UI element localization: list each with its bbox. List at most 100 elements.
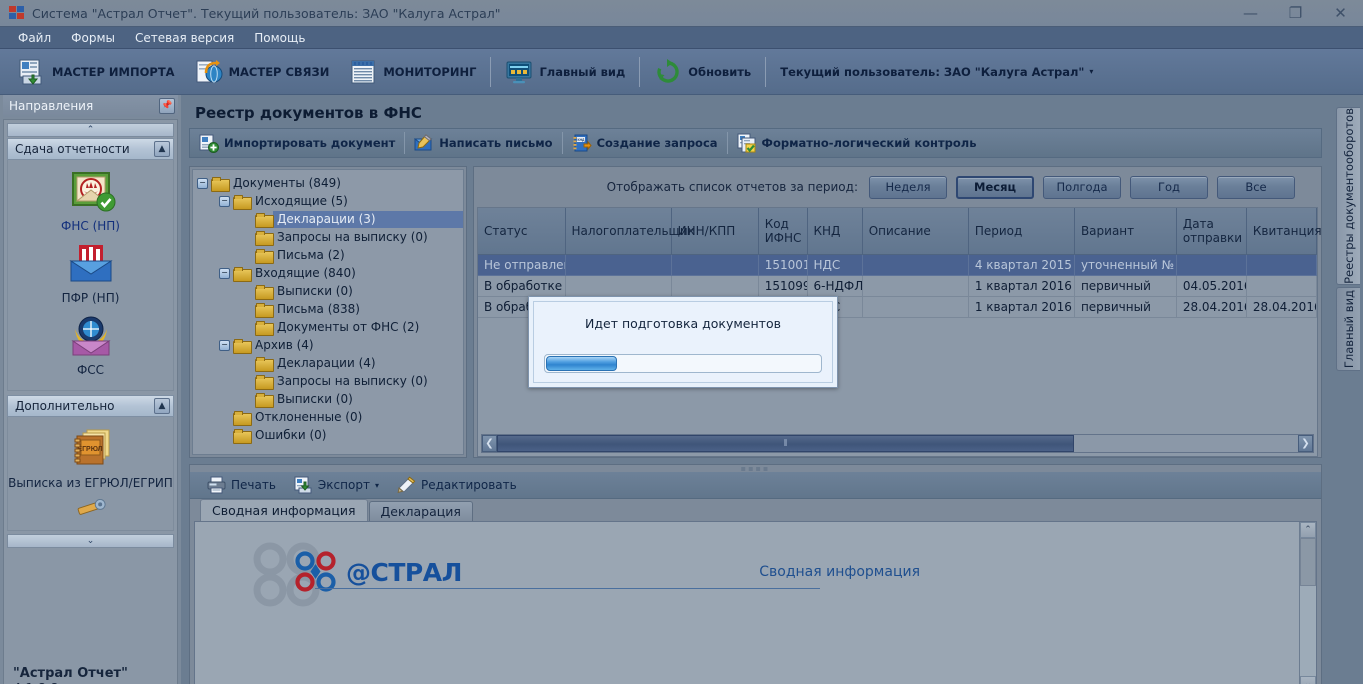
tree-collapse-icon[interactable]: − (219, 267, 230, 279)
doc-scroll-up[interactable]: ⌃ (1300, 522, 1316, 538)
sidebar-item-egrul[interactable]: ЕГРЮЛ Выписка из ЕГРЮЛ/ЕГРИП (8, 423, 173, 495)
pin-icon[interactable]: 📌 (159, 98, 175, 114)
tree-node-label: Выписки (0) (277, 283, 353, 298)
period-button-halfyear[interactable]: Полгода (1043, 175, 1121, 199)
table-row[interactable]: Не отправлен 151001НДС 4 квартал 2015 г.ут… (478, 254, 1318, 276)
tree-node[interactable]: Запросы на выписку (0) (197, 372, 463, 390)
tree-node[interactable]: Письма (2) (197, 246, 463, 264)
tree-node-label: Декларации (4) (277, 355, 376, 370)
table-column-header[interactable]: ИНН/КПП (671, 208, 759, 255)
link-wizard-button[interactable]: МАСТЕР СВЯЗИ (185, 52, 340, 92)
period-button-year[interactable]: Год (1130, 175, 1208, 199)
period-button-all[interactable]: Все (1217, 175, 1295, 199)
chevron-up-icon[interactable]: ▲ (154, 141, 170, 157)
table-column-header[interactable]: Дата отправки (1176, 208, 1247, 255)
sidebar-item-tools[interactable] (8, 495, 173, 520)
title-bar: Система "Астрал Отчет". Текущий пользова… (0, 0, 1363, 27)
period-button-month[interactable]: Месяц (956, 175, 1034, 199)
table-column-header[interactable]: Вариант (1074, 208, 1177, 255)
sidebar-item-fns[interactable]: ФНС (НП) (8, 166, 173, 238)
import-wizard-icon (18, 58, 46, 86)
table-horizontal-scrollbar[interactable]: ❮ ⦀ ❯ (481, 434, 1314, 453)
refresh-button[interactable]: Обновить (644, 52, 761, 92)
tree-node[interactable]: Декларации (4) (197, 354, 463, 372)
menu-item-help[interactable]: Помощь (244, 28, 315, 48)
create-request-icon: КНД (572, 133, 592, 153)
table-column-header[interactable]: Статус (478, 208, 566, 255)
minimize-button[interactable]: — (1228, 0, 1273, 27)
sidebar-group-header-reporting[interactable]: Сдача отчетности ▲ (7, 138, 174, 160)
import-document-button[interactable]: Импортировать документ (190, 129, 404, 157)
menu-item-file[interactable]: Файл (8, 28, 61, 48)
doc-scroll-track[interactable] (1300, 538, 1316, 676)
table-column-header[interactable]: Описание (862, 208, 969, 255)
splitter-grip[interactable]: ▪▪▪▪ (190, 464, 1321, 473)
menu-item-network[interactable]: Сетевая версия (125, 28, 244, 48)
vertical-tab-registries[interactable]: Реестры документооборотов (1336, 107, 1360, 285)
tree-node[interactable]: Декларации (3) (197, 210, 463, 228)
period-filter: Отображать список отчетов за период: Нед… (474, 167, 1321, 207)
tree-node[interactable]: Письма (838) (197, 300, 463, 318)
scroll-track[interactable]: ⦀ (497, 435, 1298, 452)
monitoring-button[interactable]: МОНИТОРИНГ (339, 52, 486, 92)
table-column-header[interactable]: КНД (807, 208, 863, 255)
vertical-tab-main-view[interactable]: Главный вид (1336, 287, 1360, 371)
table-column-header[interactable]: Налогоплательщик (565, 208, 695, 255)
monitoring-label: МОНИТОРИНГ (383, 64, 477, 79)
tab-summary[interactable]: Сводная информация (200, 499, 368, 521)
sidebar-scroll-down[interactable]: ⌄ (7, 534, 174, 548)
format-check-button[interactable]: Форматно-логический контроль (728, 129, 986, 157)
table-column-header[interactable]: Квитанция (1246, 208, 1322, 255)
print-button[interactable]: Печать (198, 473, 285, 498)
scroll-left-arrow[interactable]: ❮ (482, 435, 497, 452)
write-letter-button[interactable]: Написать письмо (405, 129, 561, 157)
tree-collapse-icon[interactable]: − (197, 177, 208, 189)
import-wizard-button[interactable]: МАСТЕР ИМПОРТА (8, 52, 185, 92)
sidebar-item-fss[interactable]: ФСС (8, 310, 173, 382)
table-column-header[interactable]: Период (968, 208, 1075, 255)
close-button[interactable]: ✕ (1318, 0, 1363, 27)
sidebar-scroll-up[interactable]: ⌃ (7, 123, 174, 137)
table-row[interactable]: В обработке 1510996-НДФЛ 1 квартал 2016 г.… (478, 275, 1318, 297)
current-user-button[interactable]: Текущий пользователь: ЗАО "Калуга Астрал… (770, 52, 1103, 92)
maximize-button[interactable]: ❐ (1273, 0, 1318, 27)
tree-node[interactable]: − Исходящие (5) (197, 192, 463, 210)
tree-spacer-icon (241, 304, 252, 315)
tree-node[interactable]: Отклоненные (0) (197, 408, 463, 426)
tree-node[interactable]: Запросы на выписку (0) (197, 228, 463, 246)
chevron-up-icon-2[interactable]: ▲ (154, 398, 170, 414)
tree-node[interactable]: Выписки (0) (197, 282, 463, 300)
create-request-button[interactable]: КНД Создание запроса (563, 129, 727, 157)
table-column-header[interactable]: Код ИФНС (758, 208, 808, 255)
tree-node[interactable]: − Архив (4) (197, 336, 463, 354)
tree-spacer-icon (241, 232, 252, 243)
tab-declaration[interactable]: Декларация (368, 501, 473, 521)
document-vertical-scrollbar[interactable]: ⌃ ⌄ (1299, 522, 1316, 684)
doc-scroll-down[interactable]: ⌄ (1300, 676, 1316, 684)
sidebar-item-pfr[interactable]: ПФР (НП) (8, 238, 173, 310)
edit-button[interactable]: Редактировать (388, 473, 526, 498)
tree-node-label: Декларации (3) (273, 210, 463, 228)
main-view-button[interactable]: Главный вид (495, 52, 635, 92)
sidebar-group-header-additional[interactable]: Дополнительно ▲ (7, 395, 174, 417)
tree-collapse-icon[interactable]: − (219, 339, 230, 351)
write-letter-label: Написать письмо (439, 136, 553, 150)
scroll-right-arrow[interactable]: ❯ (1298, 435, 1313, 452)
folder-tree[interactable]: − Документы (849) − Исходящие (5) Декларации… (192, 169, 464, 455)
tree-node[interactable]: Выписки (0) (197, 390, 463, 408)
window-controls: — ❐ ✕ (1228, 0, 1363, 27)
table-cell: первичный (1074, 275, 1177, 297)
table-cell (671, 275, 759, 297)
period-button-week[interactable]: Неделя (869, 175, 947, 199)
tree-collapse-icon[interactable]: − (219, 195, 230, 207)
document-viewer[interactable]: @СТРАЛ Сводная информация ⌃ ⌄ (194, 521, 1317, 684)
export-button[interactable]: Экспорт ▾ (285, 473, 388, 498)
tree-node[interactable]: Документы от ФНС (2) (197, 318, 463, 336)
tree-node[interactable]: Ошибки (0) (197, 426, 463, 444)
tree-node[interactable]: − Входящие (840) (197, 264, 463, 282)
menu-item-forms[interactable]: Формы (61, 28, 125, 48)
progress-dialog[interactable]: Идет подготовка документов (528, 296, 838, 388)
doc-scroll-thumb[interactable] (1300, 538, 1316, 586)
tree-node[interactable]: − Документы (849) (197, 174, 463, 192)
scroll-thumb[interactable]: ⦀ (497, 435, 1074, 452)
